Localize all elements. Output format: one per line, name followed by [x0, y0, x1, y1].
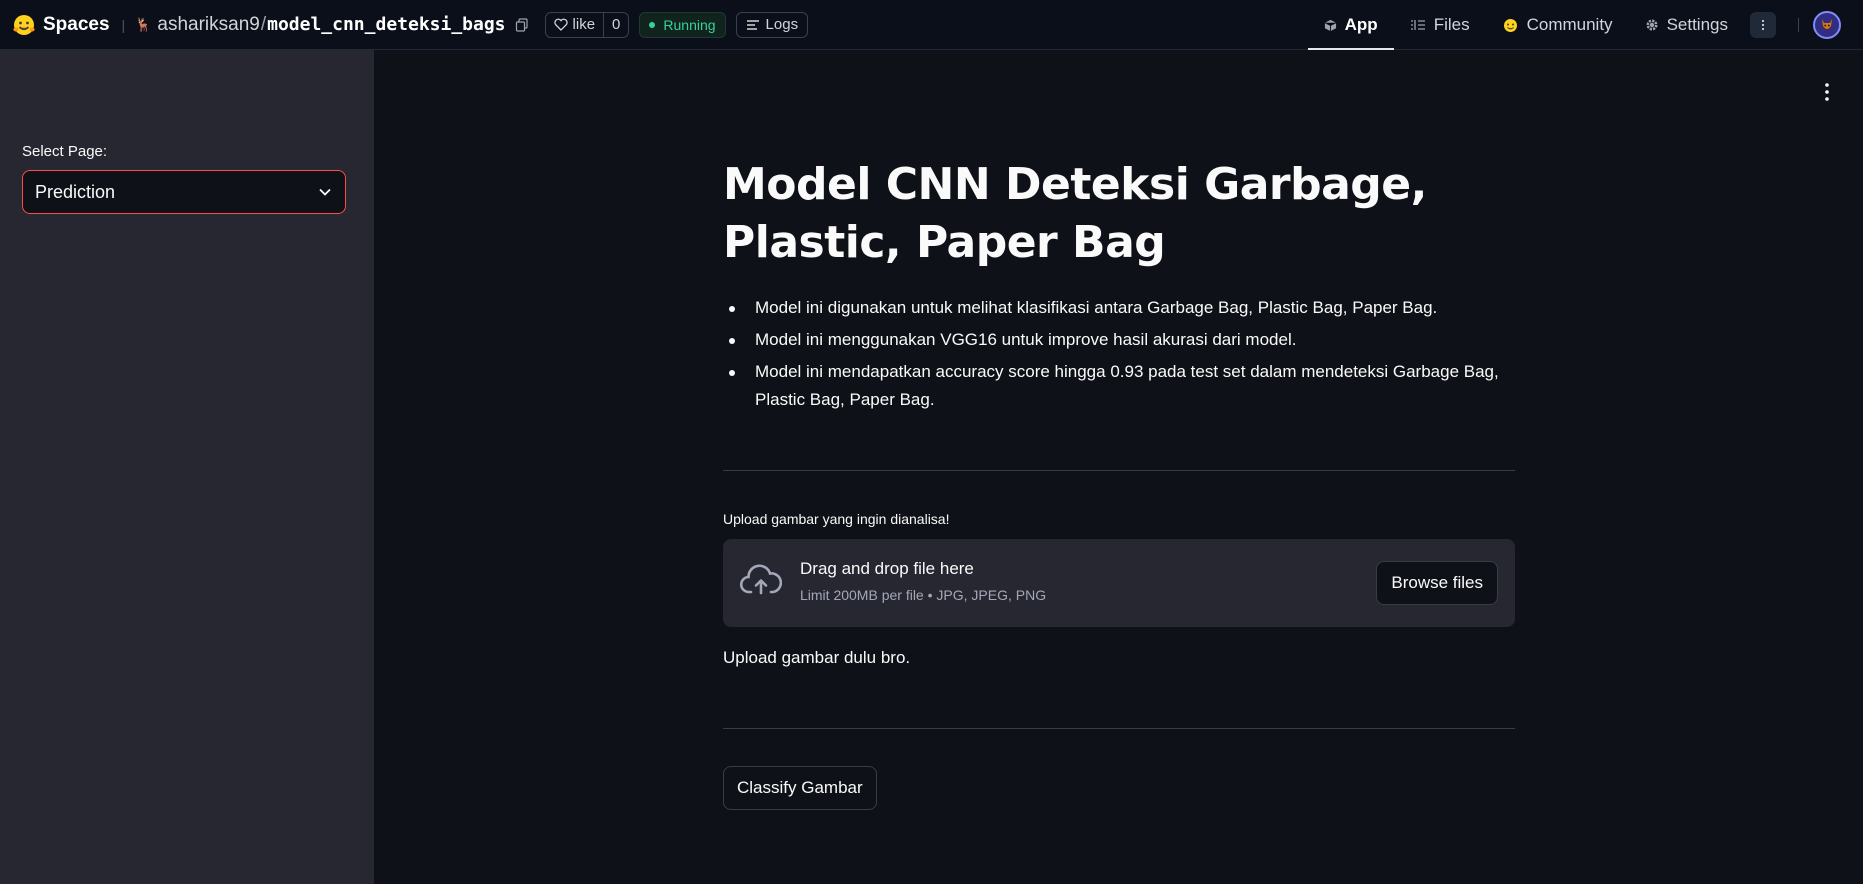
owner-link[interactable]: ashariksan9 — [157, 14, 259, 36]
status-dot-icon — [649, 21, 656, 28]
list-item: Model ini digunakan untuk melihat klasif… — [723, 294, 1515, 322]
file-dropzone[interactable]: Drag and drop file here Limit 200MB per … — [723, 539, 1515, 627]
page-select[interactable]: Prediction — [22, 170, 346, 214]
upload-label: Upload gambar yang ingin dianalisa! — [723, 511, 950, 527]
tab-community[interactable]: Community — [1486, 0, 1629, 50]
browse-files-button[interactable]: Browse files — [1376, 561, 1498, 605]
gear-icon — [1646, 19, 1658, 31]
dropzone-title: Drag and drop file here — [800, 559, 974, 578]
description-list: Model ini digunakan untuk melihat klasif… — [723, 294, 1515, 418]
chevron-down-icon — [319, 188, 331, 196]
tab-app[interactable]: App — [1307, 0, 1394, 50]
page-select-value: Prediction — [35, 181, 116, 202]
divider — [723, 470, 1515, 471]
like-label-group: like — [546, 13, 604, 37]
files-icon — [1410, 20, 1425, 30]
brand-title: Spaces — [43, 13, 110, 35]
divider — [1798, 18, 1799, 32]
logs-icon — [746, 19, 759, 30]
main-menu-icon[interactable] — [1821, 82, 1833, 102]
repo-name[interactable]: model_cnn_deteksi_bags — [267, 14, 505, 35]
divider: | — [121, 16, 126, 33]
owner-avatar-icon: 🦌 — [135, 16, 152, 32]
status-badge[interactable]: Running — [639, 11, 726, 38]
page-title: Model CNN Deteksi Garbage, Plastic, Pape… — [723, 159, 1427, 268]
community-icon — [1503, 18, 1517, 32]
spaces-home-link[interactable]: Spaces — [12, 13, 110, 37]
like-button[interactable]: like 0 — [544, 11, 630, 38]
top-navbar: Spaces | 🦌 ashariksan9 / model_cnn_detek… — [0, 0, 1863, 50]
cloud-upload-icon — [740, 564, 782, 595]
more-options-button[interactable] — [1750, 12, 1776, 38]
list-item: Model ini mendapatkan accuracy score hin… — [723, 358, 1515, 414]
upload-status-text: Upload gambar dulu bro. — [723, 648, 911, 667]
logs-label: Logs — [765, 16, 799, 33]
like-label: like — [572, 16, 596, 33]
logs-button[interactable]: Logs — [735, 11, 809, 38]
hugging-face-logo-icon — [13, 14, 35, 35]
status-label: Running — [663, 16, 716, 33]
cube-icon — [1324, 19, 1336, 31]
copy-icon[interactable] — [515, 17, 529, 32]
user-avatar[interactable] — [1813, 11, 1841, 39]
tab-files[interactable]: Files — [1394, 0, 1486, 50]
path-separator: / — [260, 13, 267, 35]
dropzone-limits: Limit 200MB per file • JPG, JPEG, PNG — [800, 587, 1047, 603]
list-item: Model ini menggunakan VGG16 untuk improv… — [723, 326, 1515, 354]
sidebar: Select Page: Prediction — [0, 50, 374, 884]
tab-app-label: App — [1344, 15, 1378, 34]
tab-settings-label: Settings — [1666, 15, 1728, 34]
like-count: 0 — [603, 12, 628, 37]
classify-button[interactable]: Classify Gambar — [723, 766, 877, 810]
kebab-menu-icon — [1761, 19, 1765, 31]
tab-files-label: Files — [1433, 15, 1470, 34]
heart-icon — [553, 18, 568, 31]
tab-community-label: Community — [1526, 15, 1613, 34]
divider — [723, 728, 1515, 729]
user-avatar-icon — [1822, 19, 1832, 29]
space-tabs: App Files Community Settings — [1307, 0, 1863, 50]
select-page-label: Select Page: — [22, 143, 108, 160]
tab-settings[interactable]: Settings — [1629, 0, 1744, 50]
